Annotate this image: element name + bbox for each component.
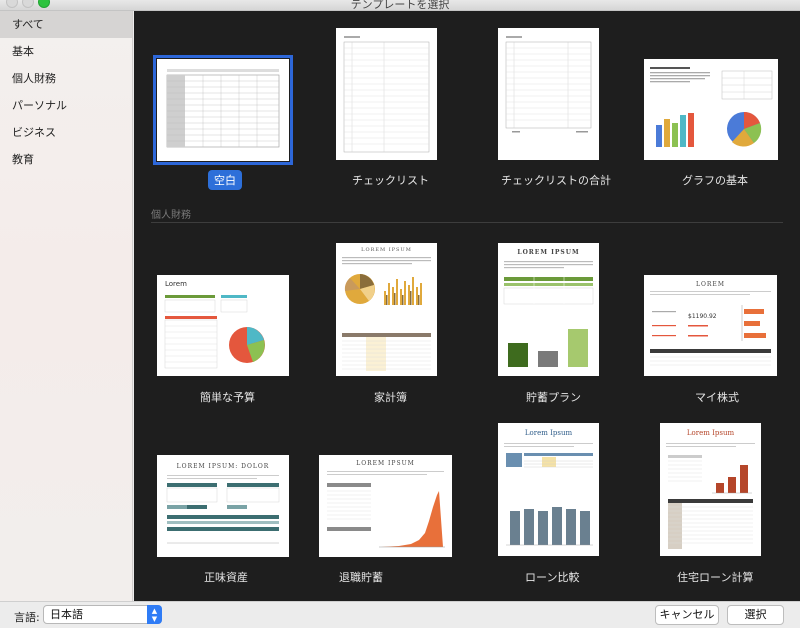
template-loan-compare-thumbnail[interactable]: Lorem Ipsum <box>498 423 599 556</box>
template-checklist-thumbnail[interactable] <box>336 28 437 160</box>
choose-button[interactable]: 選択 <box>727 605 784 625</box>
template-label: チェックリスト <box>352 174 429 187</box>
template-checklist-total-thumbnail[interactable] <box>498 28 599 160</box>
checklist-total-preview <box>505 36 592 133</box>
blank-table-preview <box>166 69 280 148</box>
footer-bar: 言語: 日本語 ▲ ▼ キャンセル 選択 <box>0 601 800 628</box>
sidebar-item-personal-finance[interactable]: 個人財務 <box>0 65 132 92</box>
template-net-worth-thumbnail[interactable]: LOREM IPSUM: DOLOR <box>157 455 289 557</box>
template-my-stocks-thumbnail[interactable]: LOREM $1190.92 <box>644 275 777 376</box>
template-label: グラフの基本 <box>682 174 748 187</box>
category-sidebar: すべて 基本 個人財務 パーソナル ビジネス 教育 <box>0 11 133 601</box>
checklist-preview <box>343 36 430 153</box>
chart-basics-preview <box>650 67 773 147</box>
template-label: 簡単な予算 <box>200 391 255 404</box>
template-label: マイ株式 <box>695 391 739 404</box>
template-label: 住宅ローン計算 <box>677 571 754 584</box>
sidebar-item-basic[interactable]: 基本 <box>0 38 132 65</box>
savings-plan-preview <box>503 261 594 367</box>
language-select[interactable]: 日本語 ▲ ▼ <box>43 605 162 624</box>
retirement-preview <box>327 471 445 548</box>
loan-compare-preview <box>504 443 593 546</box>
net-worth-preview <box>166 475 280 544</box>
section-divider <box>151 222 783 223</box>
language-select-value: 日本語 <box>50 608 83 621</box>
simple-budget-preview <box>164 295 265 369</box>
window-title: テンプレートを選択 <box>350 0 450 11</box>
section-title-personal-finance: 個人財務 <box>151 210 191 221</box>
template-blank-thumbnail[interactable] <box>153 55 293 165</box>
my-stocks-preview <box>650 291 771 366</box>
sidebar-item-education[interactable]: 教育 <box>0 146 132 173</box>
mortgage-preview <box>666 443 755 549</box>
template-simple-budget-thumbnail[interactable]: Lorem <box>157 275 289 376</box>
template-chart-basics-thumbnail[interactable] <box>644 59 778 160</box>
template-retirement-thumbnail[interactable]: LOREM IPSUM <box>319 455 452 557</box>
language-label: 言語: <box>14 611 40 624</box>
select-stepper-icon: ▲ ▼ <box>147 605 162 624</box>
template-label: 貯蓄プラン <box>526 391 581 404</box>
template-label: チェックリストの合計 <box>501 174 611 187</box>
template-savings-plan-thumbnail[interactable]: LOREM IPSUM <box>498 243 599 376</box>
sidebar-item-all[interactable]: すべて <box>0 11 132 38</box>
template-mortgage-thumbnail[interactable]: Lorem Ipsum <box>660 423 761 556</box>
template-label: ローン比較 <box>525 571 580 584</box>
sidebar-item-business[interactable]: ビジネス <box>0 119 132 146</box>
household-budget-preview <box>342 257 431 371</box>
template-label: 正味資産 <box>204 571 248 584</box>
template-household-budget-thumbnail[interactable]: LOREM IPSUM <box>336 243 437 376</box>
title-bar: テンプレートを選択 <box>0 0 800 11</box>
cancel-button[interactable]: キャンセル <box>655 605 719 625</box>
template-label: 空白 <box>208 170 242 190</box>
template-label: 退職貯蓄 <box>339 571 383 584</box>
sidebar-item-personal[interactable]: パーソナル <box>0 92 132 119</box>
template-gallery: 空白 チェックリスト チェックリストの合計 グラフの基本 個人財務 Lorem … <box>134 11 800 601</box>
template-label: 家計簿 <box>374 391 407 404</box>
